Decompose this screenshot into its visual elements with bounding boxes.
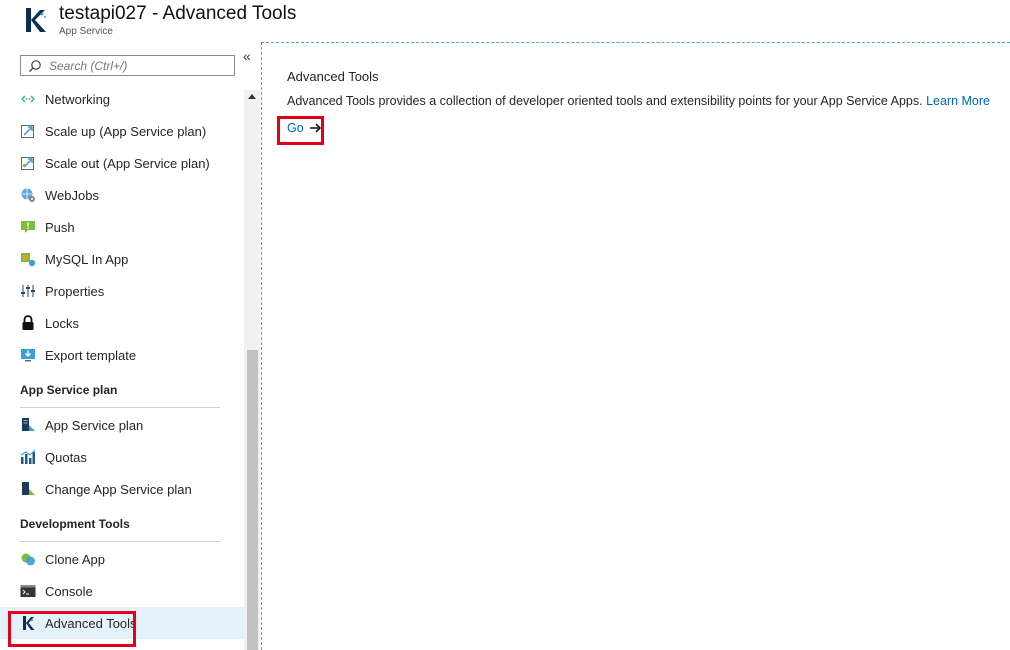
page-subtitle: App Service bbox=[59, 26, 113, 37]
advanced-tools-icon bbox=[20, 615, 36, 631]
export-template-icon bbox=[20, 347, 36, 363]
section-divider bbox=[20, 541, 220, 542]
sidebar-item-label: Change App Service plan bbox=[45, 481, 192, 497]
blade-header: testapi027 - Advanced Tools App Service bbox=[0, 0, 1010, 42]
sidebar-item-quotas[interactable]: Quotas bbox=[0, 441, 244, 473]
push-icon bbox=[20, 219, 36, 235]
section-header-development-tools: Development Tools bbox=[0, 505, 244, 543]
sidebar-item-advanced-tools[interactable]: Advanced Tools bbox=[0, 607, 244, 639]
sidebar-item-label: Push bbox=[45, 219, 75, 235]
sidebar-item-scale-out[interactable]: Scale out (App Service plan) bbox=[0, 147, 244, 179]
sidebar-item-label: Scale up (App Service plan) bbox=[45, 123, 207, 139]
sidebar-item-properties[interactable]: Properties bbox=[0, 275, 244, 307]
scale-out-icon bbox=[20, 155, 36, 171]
search-icon bbox=[29, 60, 41, 72]
sidebar-item-label: Clone App bbox=[45, 551, 105, 567]
section-title: Development Tools bbox=[20, 517, 130, 531]
sidebar-scrollbar[interactable] bbox=[244, 90, 260, 650]
sidebar: « Networking Scale up (App Service plan)… bbox=[0, 42, 260, 650]
kudu-k-icon bbox=[20, 5, 50, 35]
sidebar-item-app-service-plan[interactable]: App Service plan bbox=[0, 409, 244, 441]
search-input[interactable] bbox=[49, 57, 229, 74]
webjobs-icon bbox=[20, 187, 36, 203]
lock-icon bbox=[20, 315, 36, 331]
sidebar-item-label: MySQL In App bbox=[45, 251, 129, 267]
go-label: Go bbox=[287, 121, 304, 135]
section-divider bbox=[20, 407, 220, 408]
sidebar-item-label: Export template bbox=[45, 347, 137, 363]
console-icon bbox=[20, 583, 36, 599]
sidebar-item-label: Quotas bbox=[45, 449, 87, 465]
scroll-up-arrow-icon[interactable] bbox=[248, 94, 256, 99]
change-plan-icon bbox=[20, 481, 36, 497]
scale-up-icon bbox=[20, 123, 36, 139]
section-title: Advanced Tools bbox=[287, 69, 379, 84]
description-text: Advanced Tools provides a collection of … bbox=[287, 94, 923, 108]
mysql-icon bbox=[20, 251, 36, 267]
sidebar-item-label: Console bbox=[45, 583, 93, 599]
sidebar-item-label: App Service plan bbox=[45, 417, 144, 433]
description: Advanced Tools provides a collection of … bbox=[287, 94, 990, 108]
sidebar-item-label: Properties bbox=[45, 283, 105, 299]
collapse-sidebar-button[interactable]: « bbox=[243, 48, 251, 64]
quotas-icon bbox=[20, 449, 36, 465]
search-box[interactable] bbox=[20, 55, 235, 76]
networking-icon bbox=[20, 91, 36, 107]
main-content: Advanced Tools Advanced Tools provides a… bbox=[261, 42, 1010, 650]
sidebar-item-label: Locks bbox=[45, 315, 79, 331]
sidebar-item-export-template[interactable]: Export template bbox=[0, 339, 244, 371]
go-link[interactable]: Go bbox=[287, 121, 322, 135]
section-title: App Service plan bbox=[20, 383, 118, 397]
sidebar-item-networking[interactable]: Networking bbox=[0, 83, 244, 115]
sidebar-item-webjobs[interactable]: WebJobs bbox=[0, 179, 244, 211]
arrow-right-icon bbox=[309, 123, 321, 133]
sidebar-item-label: Scale out (App Service plan) bbox=[45, 155, 210, 171]
sidebar-item-mysql[interactable]: MySQL In App bbox=[0, 243, 244, 275]
sidebar-item-scale-up[interactable]: Scale up (App Service plan) bbox=[0, 115, 244, 147]
page-title: testapi027 - Advanced Tools bbox=[59, 3, 297, 24]
sidebar-item-push[interactable]: Push bbox=[0, 211, 244, 243]
sidebar-item-label: Networking bbox=[45, 91, 111, 107]
properties-icon bbox=[20, 283, 36, 299]
sidebar-item-change-app-service-plan[interactable]: Change App Service plan bbox=[0, 473, 244, 505]
scroll-thumb[interactable] bbox=[247, 350, 258, 650]
sidebar-item-clone-app[interactable]: Clone App bbox=[0, 543, 244, 575]
sidebar-item-console[interactable]: Console bbox=[0, 575, 244, 607]
sidebar-item-locks[interactable]: Locks bbox=[0, 307, 244, 339]
clone-app-icon bbox=[20, 551, 36, 567]
learn-more-link[interactable]: Learn More bbox=[926, 94, 990, 108]
app-service-plan-icon bbox=[20, 417, 36, 433]
sidebar-menu: Networking Scale up (App Service plan) S… bbox=[0, 83, 244, 639]
sidebar-item-label: WebJobs bbox=[45, 187, 99, 203]
section-header-app-service-plan: App Service plan bbox=[0, 371, 244, 409]
sidebar-item-label: Advanced Tools bbox=[45, 615, 137, 631]
